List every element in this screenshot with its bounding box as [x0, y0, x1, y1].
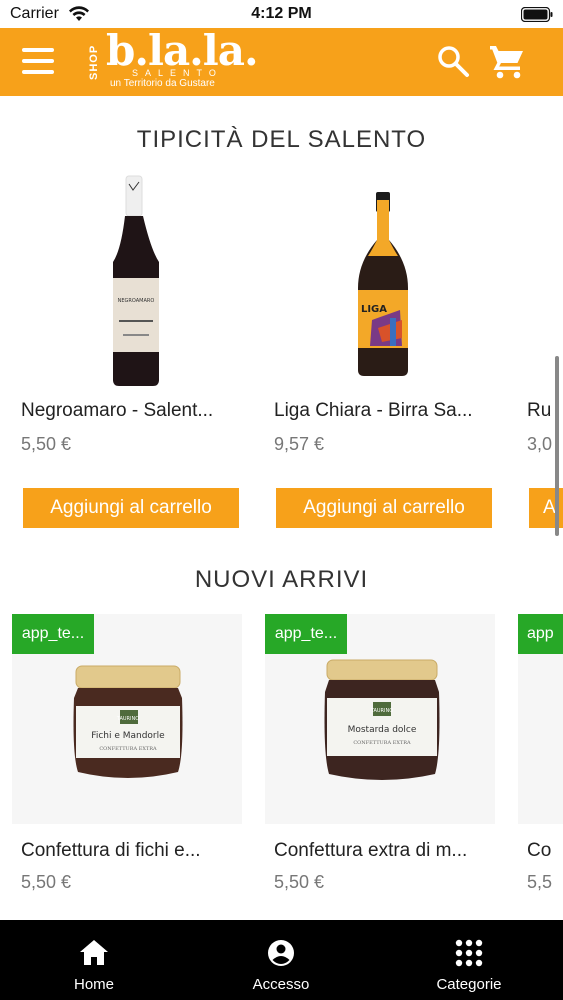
section-title-tipicita: TIPICITÀ DEL SALENTO: [136, 126, 427, 153]
add-to-cart-button[interactable]: Aggiungi al carrello: [276, 488, 492, 528]
product-price: 5,50 €: [21, 434, 72, 454]
app-header: SHOP b.la.la. SALENTO un Territorio da G…: [0, 26, 563, 96]
jar-title-text: Mostarda dolce: [348, 725, 417, 735]
tab-categorie[interactable]: Categorie: [428, 920, 510, 1000]
grid-icon: [455, 939, 483, 967]
search-icon[interactable]: [436, 44, 470, 78]
product-name[interactable]: Co: [527, 840, 563, 862]
logo-sub-text: SALENTO: [132, 68, 223, 78]
product-name[interactable]: Liga Chiara - Birra Sa...: [274, 400, 494, 422]
product-name[interactable]: Negroamaro - Salent...: [21, 400, 241, 422]
section-title-nuovi-arrivi: NUOVI ARRIVI: [194, 566, 369, 593]
jar-sub-text: CONFETTURA EXTRA: [353, 740, 411, 746]
product-card[interactable]: TAURINO Mostarda dolce CONFETTURA EXTRA …: [265, 614, 505, 904]
product-name[interactable]: Confettura di fichi e...: [21, 840, 241, 862]
product-card[interactable]: LIGA Liga Chiara - Birra Sa... 9,57 € Ag…: [274, 170, 514, 530]
tab-home[interactable]: Home: [53, 920, 135, 1000]
tab-label: Accesso: [252, 976, 310, 993]
menu-icon[interactable]: [22, 48, 58, 76]
scroll-indicator[interactable]: [555, 356, 559, 536]
add-to-cart-button[interactable]: Aggiungi al carrello: [23, 488, 239, 528]
jar-brand-text: TAURINO: [370, 708, 393, 714]
product-price: 5,5: [527, 872, 553, 892]
tab-accesso[interactable]: Accesso: [240, 920, 322, 1000]
jar-sub-text: CONFETTURA EXTRA: [99, 746, 157, 752]
logo-tagline: un Territorio da Gustare: [110, 78, 215, 89]
tab-label: Categorie: [436, 976, 502, 993]
product-card[interactable]: app Co 5,5: [518, 614, 563, 904]
product-card[interactable]: NEGROAMARO Negroamaro - Salent... 5,50 €…: [21, 170, 261, 530]
wine-label-text: NEGROAMARO: [118, 298, 155, 304]
tab-label: Home: [73, 976, 114, 993]
logo-shop-text: SHOP: [88, 44, 100, 80]
status-bar: Carrier 4:12 PM: [0, 0, 563, 28]
account-icon: [268, 940, 294, 966]
logo[interactable]: SHOP b.la.la. SALENTO un Territorio da G…: [88, 26, 259, 92]
beer-label-text: LIGA: [361, 304, 387, 315]
cart-icon[interactable]: [488, 42, 526, 80]
tag-badge: app_te...: [12, 614, 94, 654]
product-price: 3,0: [527, 434, 553, 454]
product-card[interactable]: TAURINO Fichi e Mandorle CONFETTURA EXTR…: [12, 614, 252, 904]
tag-badge: app_te...: [265, 614, 347, 654]
jar-brand-text: TAURINO: [116, 716, 139, 722]
battery-icon: [521, 7, 553, 22]
product-price: 5,50 €: [21, 872, 72, 892]
product-price: 9,57 €: [274, 434, 325, 454]
tag-badge: app: [518, 614, 563, 654]
tab-bar: Home Accesso Categorie: [0, 920, 563, 1000]
jar-title-text: Fichi e Mandorle: [91, 731, 165, 741]
product-name[interactable]: Confettura extra di m...: [274, 840, 494, 862]
product-image-beer[interactable]: LIGA: [274, 170, 514, 392]
product-price: 5,50 €: [274, 872, 325, 892]
clock: 4:12 PM: [251, 5, 312, 22]
home-icon: [80, 940, 108, 965]
product-image-wine[interactable]: NEGROAMARO: [21, 170, 261, 392]
